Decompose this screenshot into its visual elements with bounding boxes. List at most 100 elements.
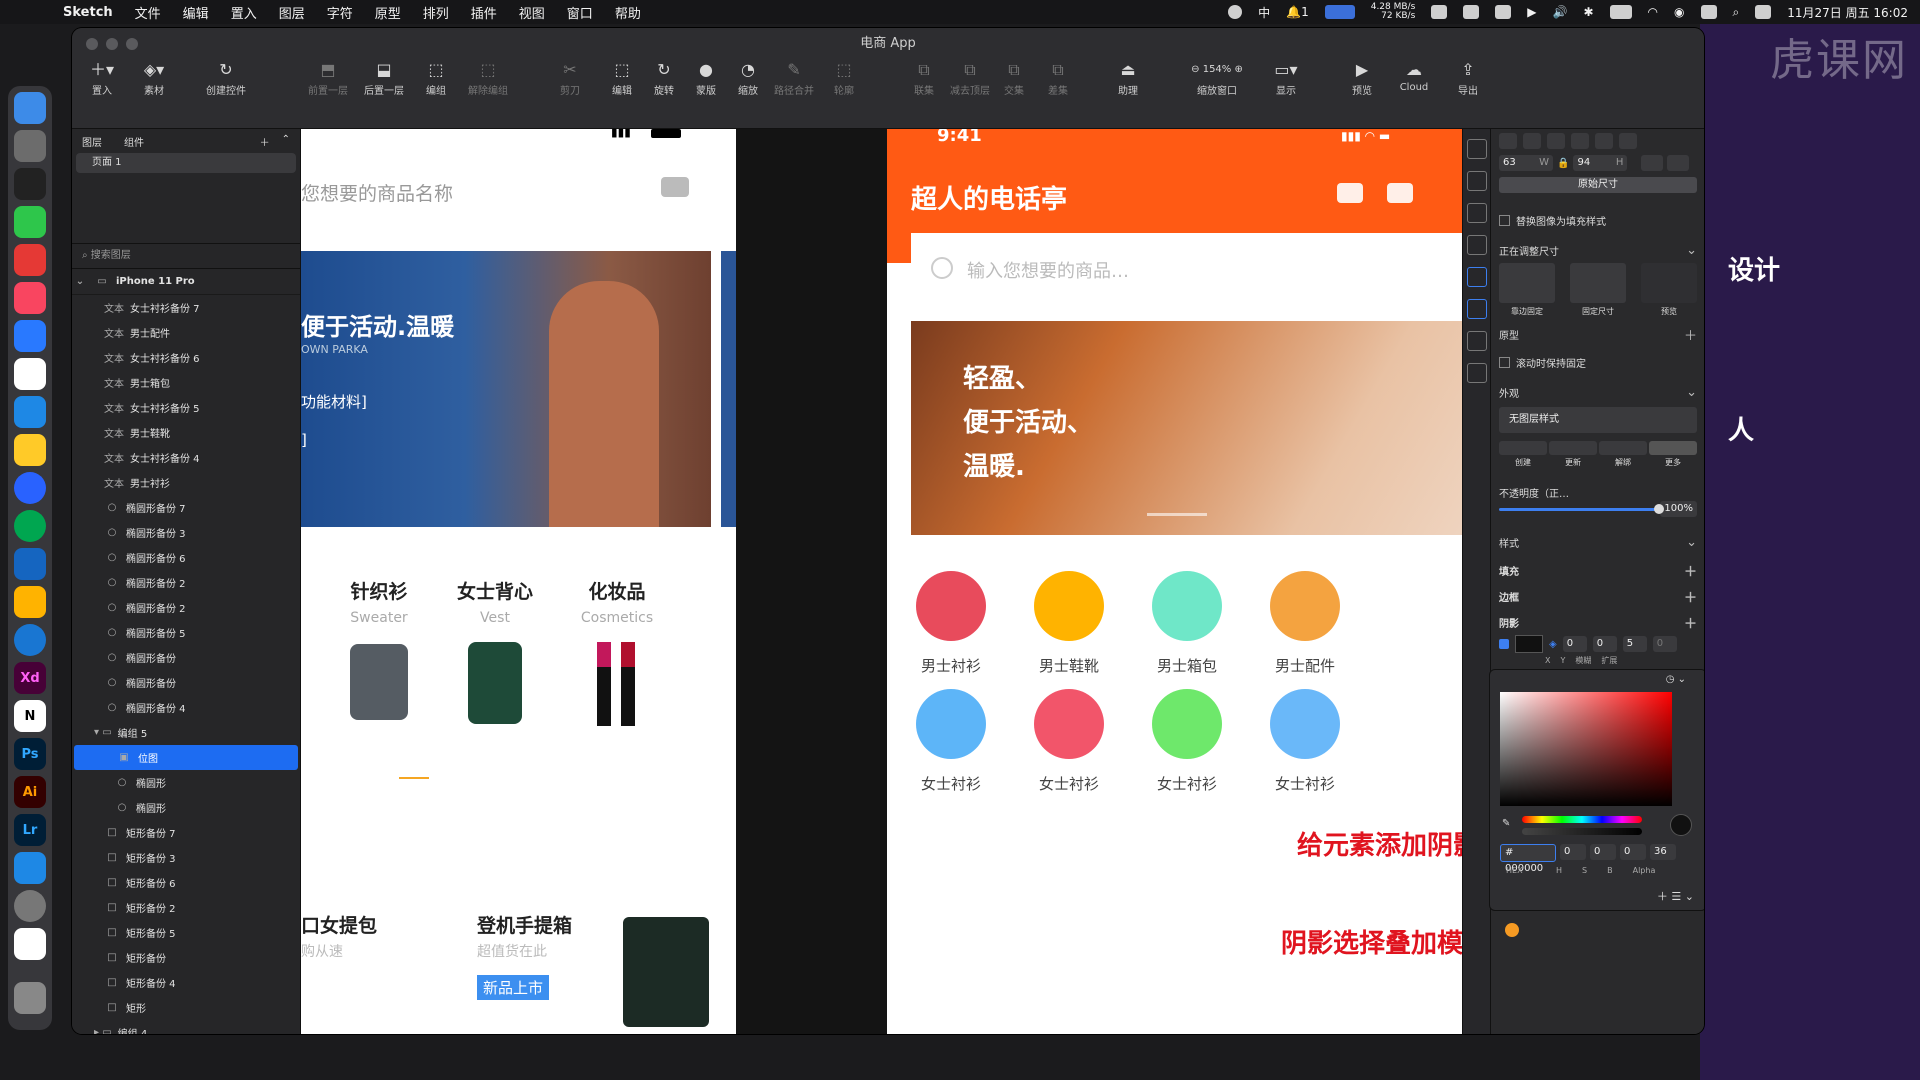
shadow-enabled-checkbox[interactable] [1499, 639, 1509, 649]
qq-icon[interactable] [14, 168, 46, 200]
clock-icon[interactable]: ◷ ⌄ [1666, 674, 1686, 685]
update-style-button[interactable]: 更新 [1549, 441, 1597, 468]
volume-icon[interactable]: 🔊 [1553, 5, 1568, 19]
layer-row[interactable]: 文本 男士配件 [72, 320, 300, 345]
align-center-icon[interactable] [1523, 133, 1541, 149]
align-right-icon[interactable] [1547, 133, 1565, 149]
layer-row[interactable]: □ 矩形备份 2 [72, 895, 300, 920]
layer-row[interactable]: ○ 椭圆形备份 2 [72, 595, 300, 620]
search-icon[interactable]: ⌕ [1733, 5, 1740, 20]
layer-row[interactable]: ▾ ▭ 编组 5 [72, 720, 300, 745]
layout-icon[interactable] [1467, 203, 1487, 223]
category-circle-item[interactable]: 女士衬衫 [1029, 689, 1109, 794]
shadow-y-field[interactable]: 0 [1592, 636, 1617, 652]
ungroup-button[interactable]: ⬚ 解除编组 [458, 58, 518, 97]
layer-row[interactable]: □ 矩形备份 6 [72, 870, 300, 895]
align-left-icon[interactable] [1499, 133, 1517, 149]
menu-app-name[interactable]: Sketch [52, 5, 124, 20]
menu-item[interactable]: 排列 [412, 3, 460, 22]
checkbox[interactable] [1499, 357, 1510, 368]
opacity-field[interactable]: 100% [1660, 501, 1697, 517]
backward-button[interactable]: ⬓ 后置一层 [354, 58, 414, 97]
layer-row[interactable]: 文本 男士鞋靴 [72, 420, 300, 445]
forward-button[interactable]: ⬒ 前置一层 [298, 58, 358, 97]
layer-style-select[interactable]: 无图层样式 [1499, 407, 1697, 433]
vpn-icon[interactable] [14, 548, 46, 580]
insert-button[interactable]: ＋▾ 置入 [72, 58, 132, 97]
menu-item[interactable]: 置入 [220, 3, 268, 22]
pin-edges-control[interactable]: 靠边固定 [1499, 263, 1555, 317]
chevron-down-icon[interactable]: ⌄ [1686, 243, 1697, 258]
layer-row[interactable]: ▣ 位图 [74, 745, 298, 770]
hue-field[interactable]: 0 [1560, 844, 1586, 860]
add-page-icon[interactable]: ＋ [260, 134, 270, 149]
checkbox[interactable] [1499, 215, 1510, 226]
height-field[interactable]: 94 H [1573, 155, 1628, 171]
category-circle-item[interactable]: 男士衬衫 [911, 571, 991, 676]
scissors-button[interactable]: ✂ 剪刀 [540, 58, 600, 97]
layer-row[interactable]: 文本 女士衬衫备份 7 [72, 295, 300, 320]
menu-item[interactable]: 图层 [268, 3, 316, 22]
category-item[interactable]: 女士背心 Vest [445, 577, 545, 724]
menu-item[interactable]: 编辑 [172, 3, 220, 22]
difference-button[interactable]: ⧉ 差集 [1028, 58, 1088, 97]
align-middle-icon[interactable] [1595, 133, 1613, 149]
menu-item[interactable]: 文件 [124, 3, 172, 22]
add-fill-icon[interactable]: ＋ [1684, 561, 1697, 580]
camera-icon[interactable] [661, 177, 689, 197]
layer-row[interactable]: □ 矩形备份 7 [72, 820, 300, 845]
illustrator-icon[interactable]: Ai [14, 776, 46, 808]
category-circle-item[interactable]: 男士箱包 [1147, 571, 1227, 676]
menu-item[interactable]: 插件 [460, 3, 508, 22]
search-text[interactable]: 您想要的商品名称 [301, 179, 453, 206]
play-icon[interactable]: ▶ [1527, 5, 1536, 19]
message-icon[interactable] [1387, 183, 1413, 203]
menu-item[interactable]: 视图 [508, 3, 556, 22]
layer-row[interactable]: ○ 椭圆形备份 [72, 670, 300, 695]
notion-icon[interactable]: N [14, 700, 46, 732]
align-bottom-icon[interactable] [1619, 133, 1637, 149]
fix-size-control[interactable]: 固定尺寸 [1570, 263, 1626, 317]
layer-row[interactable]: ○ 椭圆形备份 6 [72, 545, 300, 570]
layer-row[interactable]: ▸ ▭ 编组 4 [72, 1020, 300, 1034]
opacity-slider[interactable] [1499, 503, 1664, 514]
eyedropper-icon[interactable]: ✎ [1502, 818, 1510, 829]
xd-icon[interactable]: Xd [14, 662, 46, 694]
layer-search[interactable]: ⌕ 搜索图层 [72, 244, 300, 269]
shadow-spread-field[interactable]: 0 [1652, 636, 1677, 652]
reminders-icon[interactable] [14, 320, 46, 352]
layer-row[interactable]: ○ 椭圆形备份 7 [72, 495, 300, 520]
preview-button[interactable]: ▶ 预览 [1332, 58, 1392, 97]
saturation-brightness-area[interactable] [1500, 692, 1672, 806]
fix-scroll-row[interactable]: 滚动时保持固定 [1499, 355, 1697, 370]
wifi-icon[interactable]: ◠ [1648, 5, 1658, 19]
view-button[interactable]: ▭▾ 显示 [1256, 58, 1316, 97]
user-icon[interactable]: ◉ [1674, 5, 1684, 19]
alpha-field[interactable]: 36 [1650, 844, 1676, 860]
artboard-right[interactable]: 9:41 ▮▮▮ ◠ ▬ 超人的电话亭 输入您想要的商品… 轻盈、 便于活动、 … [887, 129, 1489, 1034]
layer-row[interactable]: ○ 椭圆形备份 [72, 645, 300, 670]
chevron-down-icon[interactable]: ⌄ [1686, 385, 1697, 400]
prototype-icon[interactable] [1467, 267, 1487, 287]
evernote-icon[interactable] [14, 510, 46, 542]
layer-row[interactable]: □ 矩形 [72, 995, 300, 1020]
safari-icon[interactable] [14, 396, 46, 428]
zoom-control[interactable]: ⊖ 154% ⊕ 缩放窗口 [1172, 58, 1262, 97]
history-icon[interactable] [1467, 363, 1487, 383]
layer-row[interactable]: □ 矩形备份 3 [72, 845, 300, 870]
category-circle-item[interactable]: 男士配件 [1265, 571, 1345, 676]
assets-button[interactable]: ◈▾ 素材 [124, 58, 184, 97]
layer-row[interactable]: ○ 椭圆形 [72, 770, 300, 795]
new-arrival-button[interactable]: 新品上市 [477, 975, 550, 1000]
notification-badge[interactable]: 🔔1 [1286, 5, 1309, 19]
category-circle-item[interactable]: 女士衬衫 [911, 689, 991, 794]
flip-v-icon[interactable] [1667, 155, 1690, 171]
artboard-left[interactable]: ▮▮▮ 您想要的商品名称 便于活动.温暖 OWN PARKA 功能材料] ] 针… [301, 129, 736, 1034]
layer-row[interactable]: 文本 女士衬衫备份 6 [72, 345, 300, 370]
canvas[interactable]: ▮▮▮ 您想要的商品名称 便于活动.温暖 OWN PARKA 功能材料] ] 针… [301, 129, 1489, 1034]
add-shadow-icon[interactable]: ＋ [1684, 613, 1697, 632]
control-center-icon[interactable] [1700, 5, 1717, 19]
launchpad-icon[interactable] [14, 130, 46, 162]
category-item[interactable]: 针织衫 Sweater [329, 577, 429, 720]
camera-icon[interactable] [1337, 183, 1363, 203]
